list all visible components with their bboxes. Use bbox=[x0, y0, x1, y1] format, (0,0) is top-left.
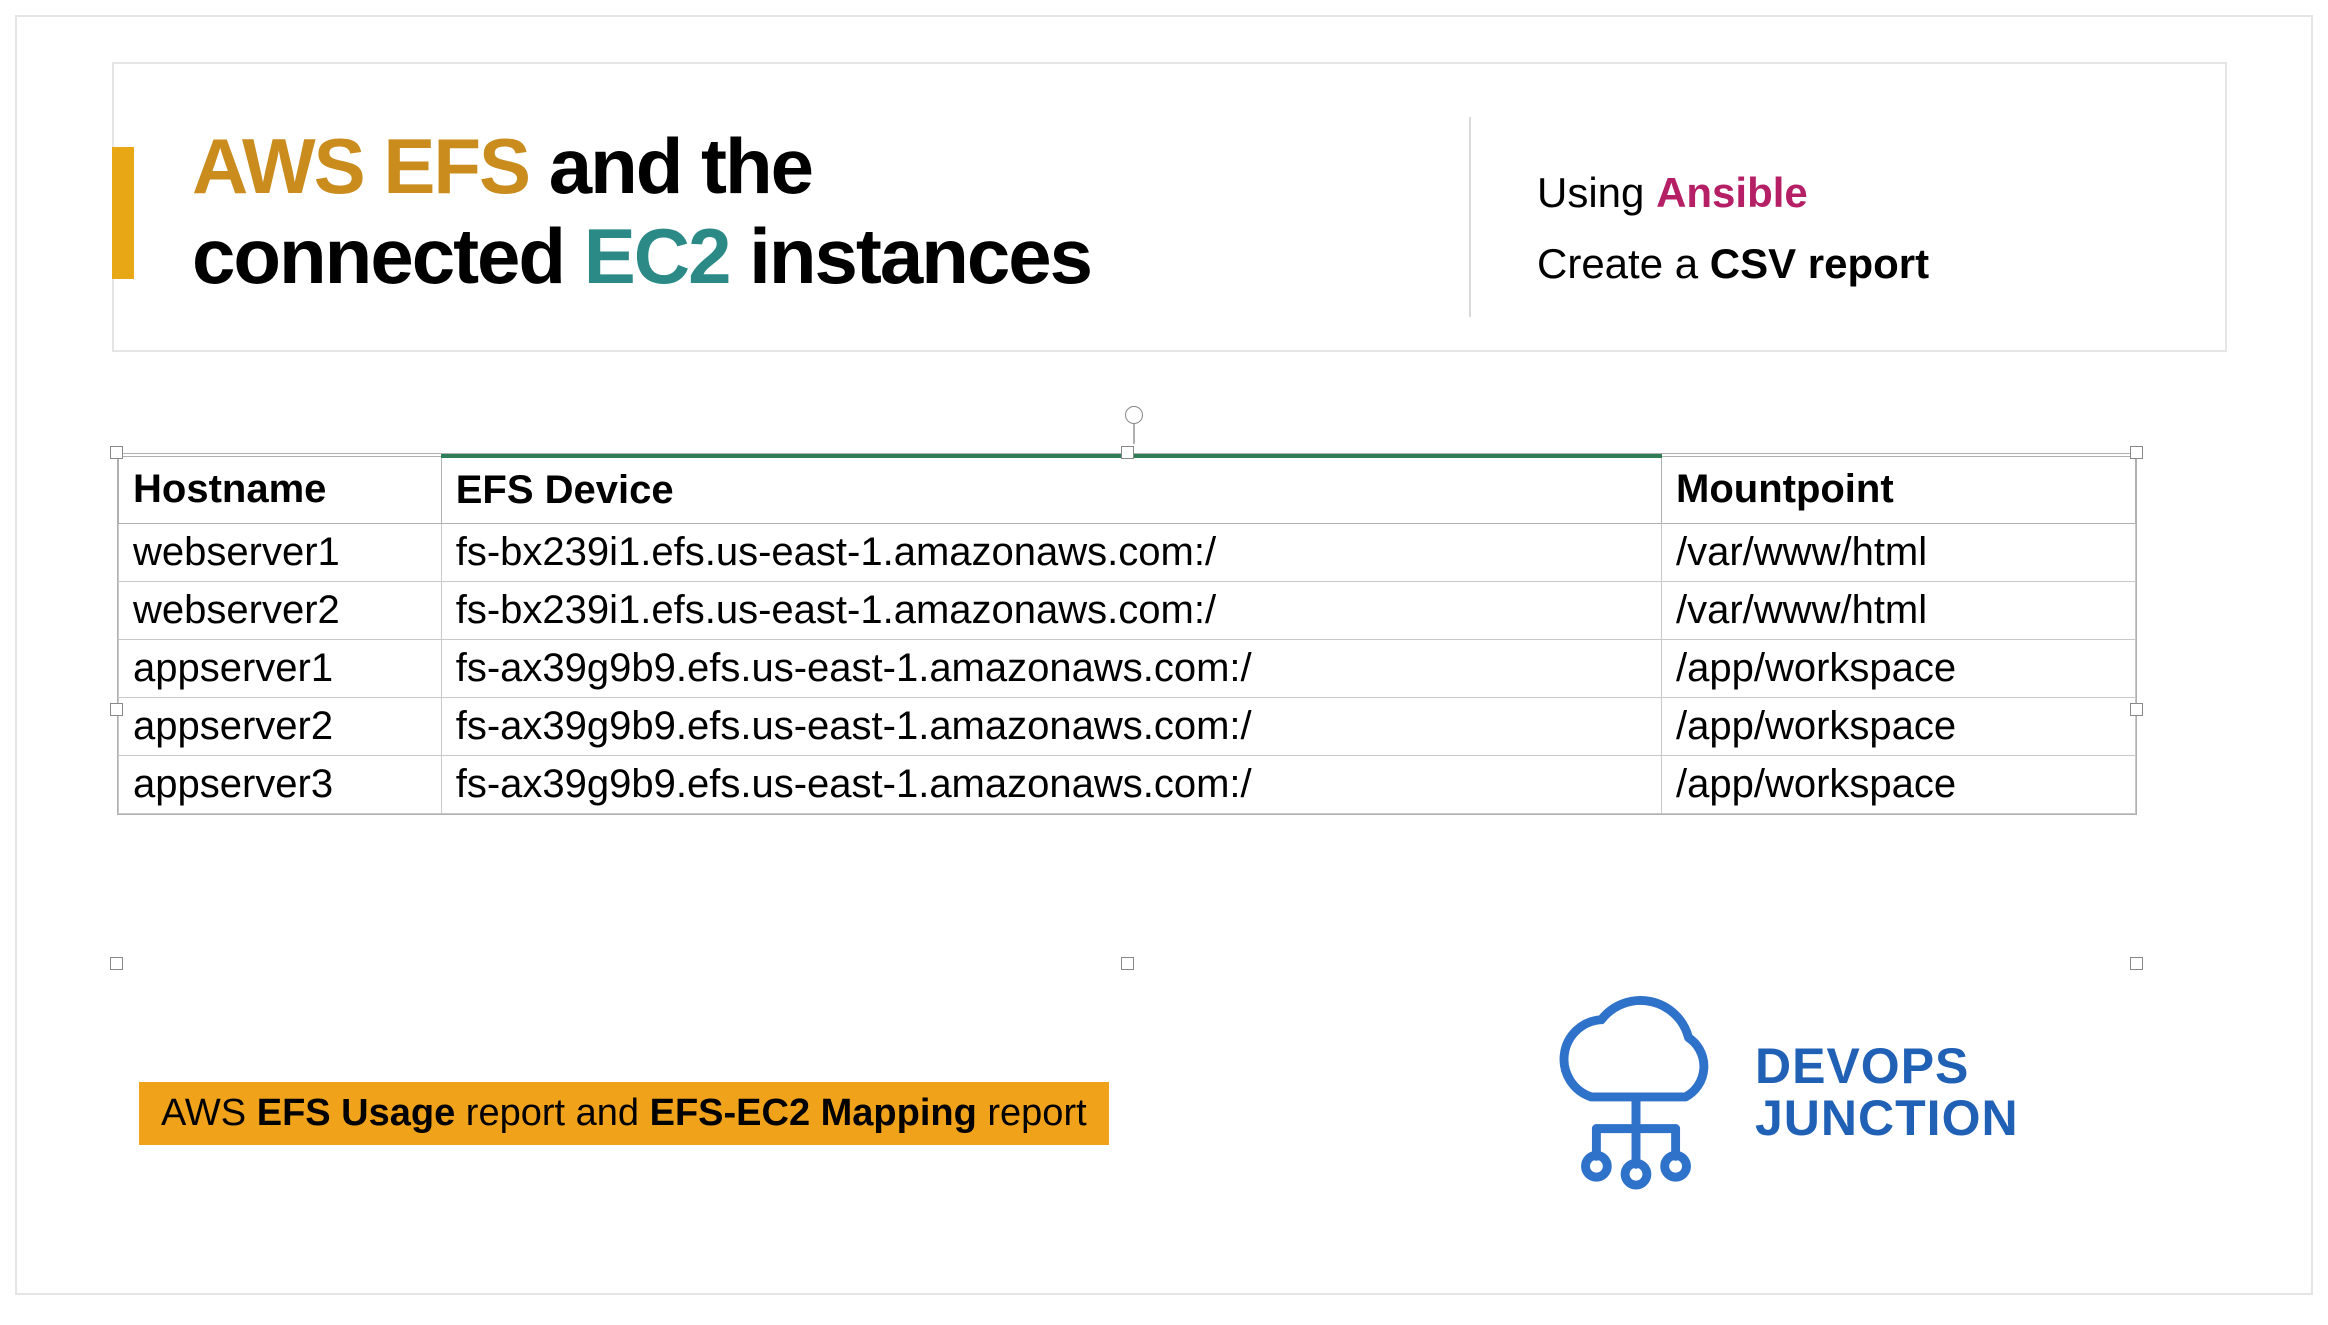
table-cell: /var/www/html bbox=[1662, 582, 2136, 640]
table-cell: webserver2 bbox=[119, 582, 442, 640]
cloud-network-icon bbox=[1537, 987, 1735, 1197]
subtitle-ansible: Ansible bbox=[1656, 169, 1808, 216]
header-vertical-divider bbox=[1469, 117, 1471, 317]
table-cell: fs-ax39g9b9.efs.us-east-1.amazonaws.com:… bbox=[441, 640, 1661, 698]
data-table-container[interactable]: Hostname EFS Device Mountpoint webserver… bbox=[117, 453, 2137, 815]
table-row: appserver2fs-ax39g9b9.efs.us-east-1.amaz… bbox=[119, 698, 2136, 756]
devops-junction-logo: DEVOPS JUNCTION bbox=[1537, 987, 2137, 1197]
title-highlight-2: EC2 bbox=[584, 212, 730, 300]
table-cell: fs-ax39g9b9.efs.us-east-1.amazonaws.com:… bbox=[441, 756, 1661, 814]
table-cell: fs-bx239i1.efs.us-east-1.amazonaws.com:/ bbox=[441, 524, 1661, 582]
table-cell: appserver3 bbox=[119, 756, 442, 814]
selection-handle[interactable] bbox=[2130, 446, 2143, 459]
selection-handle[interactable] bbox=[110, 957, 123, 970]
selection-handle[interactable] bbox=[110, 703, 123, 716]
table-row: webserver1fs-bx239i1.efs.us-east-1.amazo… bbox=[119, 524, 2136, 582]
logo-text: DEVOPS JUNCTION bbox=[1755, 1040, 2019, 1145]
table-cell: fs-bx239i1.efs.us-east-1.amazonaws.com:/ bbox=[441, 582, 1661, 640]
table-row: appserver3fs-ax39g9b9.efs.us-east-1.amaz… bbox=[119, 756, 2136, 814]
table-cell: webserver1 bbox=[119, 524, 442, 582]
col-header-mountpoint: Mountpoint bbox=[1662, 456, 2136, 524]
col-header-hostname: Hostname bbox=[119, 456, 442, 524]
col-header-efs-device: EFS Device bbox=[441, 456, 1661, 524]
rotate-handle-icon[interactable] bbox=[1125, 406, 1143, 424]
header-subtitle: Using Ansible Create a CSV report bbox=[1537, 157, 1929, 300]
table-cell: /app/workspace bbox=[1662, 756, 2136, 814]
efs-mapping-table: Hostname EFS Device Mountpoint webserver… bbox=[118, 454, 2136, 814]
footer-callout: AWS EFS Usage report and EFS-EC2 Mapping… bbox=[139, 1082, 1109, 1145]
selection-handle[interactable] bbox=[1121, 957, 1134, 970]
table-cell: fs-ax39g9b9.efs.us-east-1.amazonaws.com:… bbox=[441, 698, 1661, 756]
table-row: appserver1fs-ax39g9b9.efs.us-east-1.amaz… bbox=[119, 640, 2136, 698]
table-cell: /var/www/html bbox=[1662, 524, 2136, 582]
subtitle-csv: CSV report bbox=[1710, 240, 1929, 287]
title-highlight-1: AWS EFS bbox=[192, 122, 529, 210]
table-cell: /app/workspace bbox=[1662, 640, 2136, 698]
slide-canvas: AWS EFS and the connected EC2 instances … bbox=[15, 15, 2313, 1295]
selection-handle[interactable] bbox=[2130, 703, 2143, 716]
selection-handle[interactable] bbox=[110, 446, 123, 459]
table-cell: /app/workspace bbox=[1662, 698, 2136, 756]
table-header-row: Hostname EFS Device Mountpoint bbox=[119, 456, 2136, 524]
table-cell: appserver1 bbox=[119, 640, 442, 698]
table-row: webserver2fs-bx239i1.efs.us-east-1.amazo… bbox=[119, 582, 2136, 640]
selection-handle[interactable] bbox=[1121, 446, 1134, 459]
selection-handle[interactable] bbox=[2130, 957, 2143, 970]
page-title: AWS EFS and the connected EC2 instances bbox=[192, 122, 1091, 301]
table-cell: appserver2 bbox=[119, 698, 442, 756]
header-accent-bar bbox=[112, 147, 134, 279]
